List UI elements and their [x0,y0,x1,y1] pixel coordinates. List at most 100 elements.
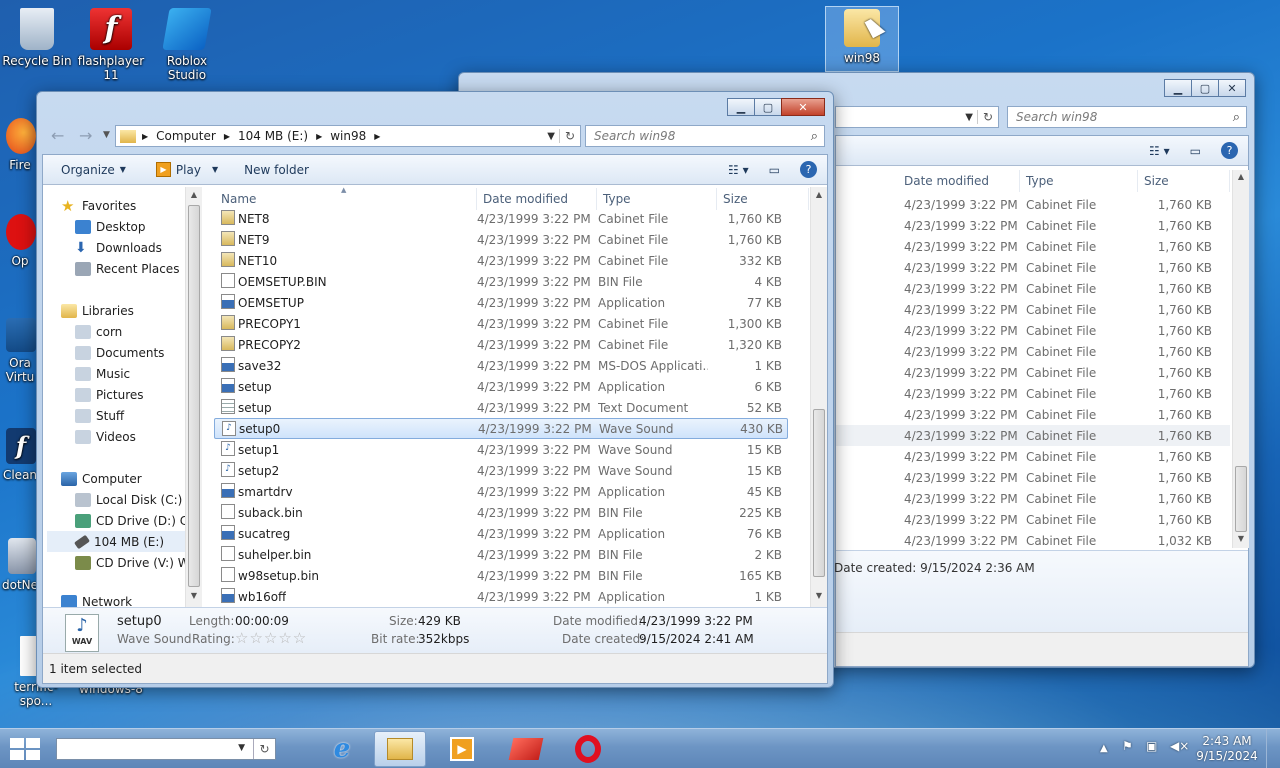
table-row[interactable]: 4/23/1999 3:22 PM Cabinet File 1,760 KB [836,383,1230,404]
table-row[interactable]: 4/23/1999 3:22 PM Cabinet File 1,760 KB [836,362,1230,383]
close-button[interactable]: ✕ [781,98,825,116]
file-row[interactable]: smartdrv 4/23/1999 3:22 PM Application 45 K… [214,481,788,502]
col-date-modified[interactable]: Date modified [477,188,597,210]
help-icon[interactable]: ? [1211,142,1248,159]
file-row[interactable]: NET9 4/23/1999 3:22 PM Cabinet File 1,760 K… [214,229,788,250]
minimize-button[interactable]: ▁ [727,98,755,116]
scrollbar-thumb[interactable] [188,205,200,587]
file-row[interactable]: save32 4/23/1999 3:22 PM MS-DOS Applicati.… [214,355,788,376]
front-address-bar[interactable]: ▶ Computer ▶ 104 MB (E:) ▶ win98 ▶ ▼ ↻ [115,125,581,147]
nav-desktop[interactable]: Desktop [75,216,146,237]
nav-cd-drive-d[interactable]: CD Drive (D:) CCC [75,510,185,531]
back-search-input[interactable]: Search win98 ⌕ [1007,106,1247,128]
desktop-icon-opera[interactable]: Op [0,214,40,268]
table-row[interactable]: 4/23/1999 3:22 PM Cabinet File 1,032 KB [836,530,1230,551]
file-list-scrollbar[interactable]: ▲ ▼ [810,187,827,607]
taskbar-media-player[interactable]: ▶ [436,731,488,767]
scrollbar-thumb[interactable] [1235,466,1247,532]
file-row[interactable]: ♪ setup0 4/23/1999 3:22 PM Wave Sound 430 KB [214,418,788,439]
col-size[interactable]: Size [717,188,809,210]
table-row[interactable]: 4/23/1999 3:22 PM Cabinet File 1,760 KB [836,488,1230,509]
preview-pane-icon[interactable]: ▭ [759,163,790,177]
table-row[interactable]: 4/23/1999 3:22 PM Cabinet File 1,760 KB [836,425,1230,446]
close-button[interactable]: ✕ [1218,79,1246,97]
new-folder-button[interactable]: New folder [234,163,319,177]
breadcrumb-sep-icon[interactable]: ▶ [374,132,380,141]
file-row[interactable]: OEMSETUP 4/23/1999 3:22 PM Application 77 K… [214,292,788,313]
taskbar-search-box[interactable]: ▼ ↻ [56,738,276,760]
desktop-icon-firefox[interactable]: Fire [0,118,40,172]
breadcrumb-sep-icon[interactable]: ▶ [142,132,148,141]
file-row[interactable]: setup 4/23/1999 3:22 PM Application 6 KB [214,376,788,397]
table-row[interactable]: 4/23/1999 3:22 PM Cabinet File 1,760 KB [836,236,1230,257]
taskbar-opera[interactable] [562,731,614,767]
network-tray-icon[interactable]: ▣ [1146,739,1157,754]
nav-computer[interactable]: Computer [61,468,142,489]
back-arrow-icon[interactable]: ← [51,126,64,145]
chevron-down-icon[interactable]: ▼ [543,131,559,142]
col-size[interactable]: Size [1138,170,1230,192]
recent-pages-icon[interactable]: ▼ [103,130,110,140]
file-row[interactable]: sucatreg 4/23/1999 3:22 PM Application 76 K… [214,523,788,544]
table-row[interactable]: 4/23/1999 3:22 PM Cabinet File 1,760 KB [836,278,1230,299]
chevron-down-icon[interactable]: ▼ [238,743,245,753]
taskbar-internet-explorer[interactable]: e [316,731,368,767]
start-button[interactable] [10,738,40,760]
col-date-modified[interactable]: Date modified [898,170,1020,192]
file-row[interactable]: ♪ setup1 4/23/1999 3:22 PM Wave Sound 15 KB [214,439,788,460]
scroll-up-icon[interactable]: ▲ [186,190,202,199]
search-icon[interactable]: ⌕ [811,129,818,144]
maximize-button[interactable]: ▢ [754,98,782,116]
file-row[interactable]: OEMSETUP.BIN 4/23/1999 3:22 PM BIN File 4 K… [214,271,788,292]
desktop-icon-recycle-bin[interactable]: Recycle Bin [0,8,74,68]
nav-favorites[interactable]: ★ Favorites [61,195,136,216]
rating-stars[interactable]: ☆☆☆☆☆ [235,629,307,647]
scroll-down-icon[interactable]: ▼ [1233,534,1249,543]
breadcrumb-computer[interactable]: Computer [156,129,216,143]
view-options-icon[interactable]: ☷ ▾ [718,163,759,177]
nav-drive-e[interactable]: 104 MB (E:) [47,531,185,552]
table-row[interactable]: 4/23/1999 3:22 PM Cabinet File 1,760 KB [836,257,1230,278]
table-row[interactable]: 4/23/1999 3:22 PM Cabinet File 1,760 KB [836,194,1230,215]
show-desktop-button[interactable] [1266,729,1280,768]
refresh-icon[interactable]: ↻ [976,110,998,124]
nav-documents[interactable]: Documents [75,342,164,363]
file-row[interactable]: NET8 4/23/1999 3:22 PM Cabinet File 1,760 K… [214,208,788,229]
table-row[interactable]: 4/23/1999 3:22 PM Cabinet File 1,760 KB [836,509,1230,530]
nav-cd-drive-v[interactable]: CD Drive (V:) Win [75,552,185,573]
refresh-icon[interactable]: ↻ [253,739,275,759]
desktop-icon-roblox-studio[interactable]: Roblox Studio [150,8,224,82]
desktop-icon-cleanflash[interactable]: f Clean [0,428,40,482]
nav-local-disk-c[interactable]: Local Disk (C:) [75,489,182,510]
scroll-down-icon[interactable]: ▼ [811,591,827,600]
view-options-icon[interactable]: ☷ ▾ [1139,144,1180,158]
maximize-button[interactable]: ▢ [1191,79,1219,97]
refresh-icon[interactable]: ↻ [558,129,580,143]
scroll-down-icon[interactable]: ▼ [186,591,202,600]
file-row[interactable]: wb16off 4/23/1999 3:22 PM Application 1 KB [214,586,788,607]
breadcrumb-sep-icon[interactable]: ▶ [316,132,322,141]
minimize-button[interactable]: ▁ [1164,79,1192,97]
nav-videos[interactable]: Videos [75,426,136,447]
action-center-icon[interactable]: ⚑ [1122,739,1133,754]
table-row[interactable]: 4/23/1999 3:22 PM Cabinet File 1,760 KB [836,467,1230,488]
nav-scrollbar[interactable]: ▲ ▼ [185,187,202,607]
help-icon[interactable]: ? [790,161,827,178]
nav-pictures[interactable]: Pictures [75,384,144,405]
table-row[interactable]: 4/23/1999 3:22 PM Cabinet File 1,760 KB [836,299,1230,320]
file-row[interactable]: setup 4/23/1999 3:22 PM Text Document 52 KB [214,397,788,418]
forward-arrow-icon[interactable]: → [79,126,92,145]
table-row[interactable]: 4/23/1999 3:22 PM Cabinet File 1,760 KB [836,341,1230,362]
nav-recent-places[interactable]: Recent Places [75,258,179,279]
breadcrumb-win98[interactable]: win98 [330,129,366,143]
front-explorer-window[interactable]: ▁ ▢ ✕ ← → ▼ ▶ Computer ▶ 104 MB (E:) ▶ w… [36,91,834,688]
back-address-bar[interactable]: ▼ ↻ [835,106,999,128]
table-row[interactable]: 4/23/1999 3:22 PM Cabinet File 1,760 KB [836,215,1230,236]
nav-corn[interactable]: corn [75,321,122,342]
file-row[interactable]: PRECOPY1 4/23/1999 3:22 PM Cabinet File 1,3… [214,313,788,334]
nav-network[interactable]: Network [61,591,132,607]
breadcrumb-drive-e[interactable]: 104 MB (E:) [238,129,308,143]
col-type[interactable]: Type [597,188,717,210]
nav-downloads[interactable]: ⬇ Downloads [75,237,162,258]
file-row[interactable]: PRECOPY2 4/23/1999 3:22 PM Cabinet File 1,3… [214,334,788,355]
